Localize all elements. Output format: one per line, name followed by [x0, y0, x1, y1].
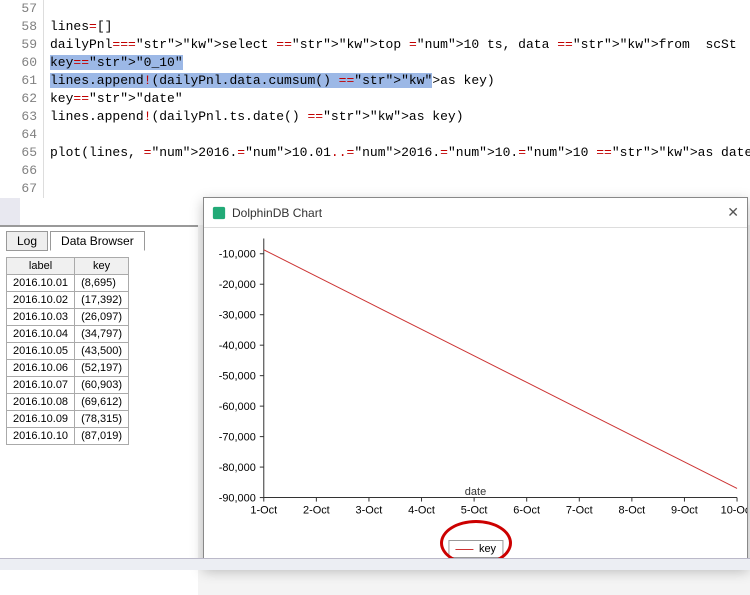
line-number-gutter: 5758596061626364656667 [0, 0, 44, 198]
svg-text:-70,000: -70,000 [219, 432, 256, 444]
svg-text:10-Oct: 10-Oct [721, 505, 747, 517]
tab-data-browser[interactable]: Data Browser [50, 231, 145, 251]
table-row[interactable]: 2016.10.06(52,197) [7, 360, 129, 377]
legend-label: key [479, 543, 496, 555]
panel-tabs: Log Data Browser [6, 231, 192, 251]
svg-text:-90,000: -90,000 [219, 493, 256, 505]
table-row[interactable]: 2016.10.02(17,392) [7, 292, 129, 309]
col-label: label [7, 258, 75, 275]
app-icon [212, 206, 226, 220]
table-row[interactable]: 2016.10.01(8,695) [7, 275, 129, 292]
chart-plot: -10,000 -20,000 -30,000 -40,000 -50,000 -60,0… [204, 228, 747, 528]
table-row[interactable]: 2016.10.03(26,097) [7, 309, 129, 326]
tab-log[interactable]: Log [6, 231, 48, 251]
svg-text:6-Oct: 6-Oct [513, 505, 540, 517]
svg-text:9-Oct: 9-Oct [671, 505, 698, 517]
svg-text:8-Oct: 8-Oct [618, 505, 645, 517]
table-row[interactable]: 2016.10.10(87,019) [7, 428, 129, 445]
svg-text:-30,000: -30,000 [219, 310, 256, 322]
data-browser-table: labelkey 2016.10.01(8,695)2016.10.02(17,… [6, 257, 129, 445]
svg-text:-50,000: -50,000 [219, 371, 256, 383]
chart-xlabel: date [465, 486, 486, 498]
svg-text:-60,000: -60,000 [219, 401, 256, 413]
table-row[interactable]: 2016.10.07(60,903) [7, 377, 129, 394]
data-panel: Log Data Browser labelkey 2016.10.01(8,6… [0, 225, 198, 595]
svg-text:-80,000: -80,000 [219, 462, 256, 474]
code-content[interactable]: lines=[] dailyPnl==="str">"kw">select ==… [20, 0, 750, 198]
svg-text:2-Oct: 2-Oct [303, 505, 330, 517]
close-icon[interactable]: ✕ [727, 204, 739, 221]
svg-text:4-Oct: 4-Oct [408, 505, 435, 517]
svg-text:1-Oct: 1-Oct [250, 505, 277, 517]
svg-text:-40,000: -40,000 [219, 340, 256, 352]
table-row[interactable]: 2016.10.05(43,500) [7, 343, 129, 360]
table-row[interactable]: 2016.10.09(78,315) [7, 411, 129, 428]
svg-text:3-Oct: 3-Oct [356, 505, 383, 517]
status-bar [0, 558, 750, 570]
svg-text:7-Oct: 7-Oct [566, 505, 593, 517]
col-key: key [75, 258, 129, 275]
table-row[interactable]: 2016.10.04(34,797) [7, 326, 129, 343]
chart-window-title: DolphinDB Chart [232, 206, 322, 220]
table-row[interactable]: 2016.10.08(69,612) [7, 394, 129, 411]
svg-text:5-Oct: 5-Oct [461, 505, 488, 517]
chart-svg: -10,000 -20,000 -30,000 -40,000 -50,000 -60,0… [204, 228, 747, 528]
code-editor[interactable]: 5758596061626364656667 lines=[] dailyPnl… [0, 0, 750, 225]
legend-swatch-icon [455, 549, 473, 550]
svg-text:-10,000: -10,000 [219, 249, 256, 261]
chart-titlebar[interactable]: DolphinDB Chart ✕ [204, 198, 747, 228]
svg-text:-20,000: -20,000 [219, 279, 256, 291]
chart-legend: key [448, 540, 503, 558]
chart-window: DolphinDB Chart ✕ -10,000-20,000-30,000-… [203, 197, 748, 567]
